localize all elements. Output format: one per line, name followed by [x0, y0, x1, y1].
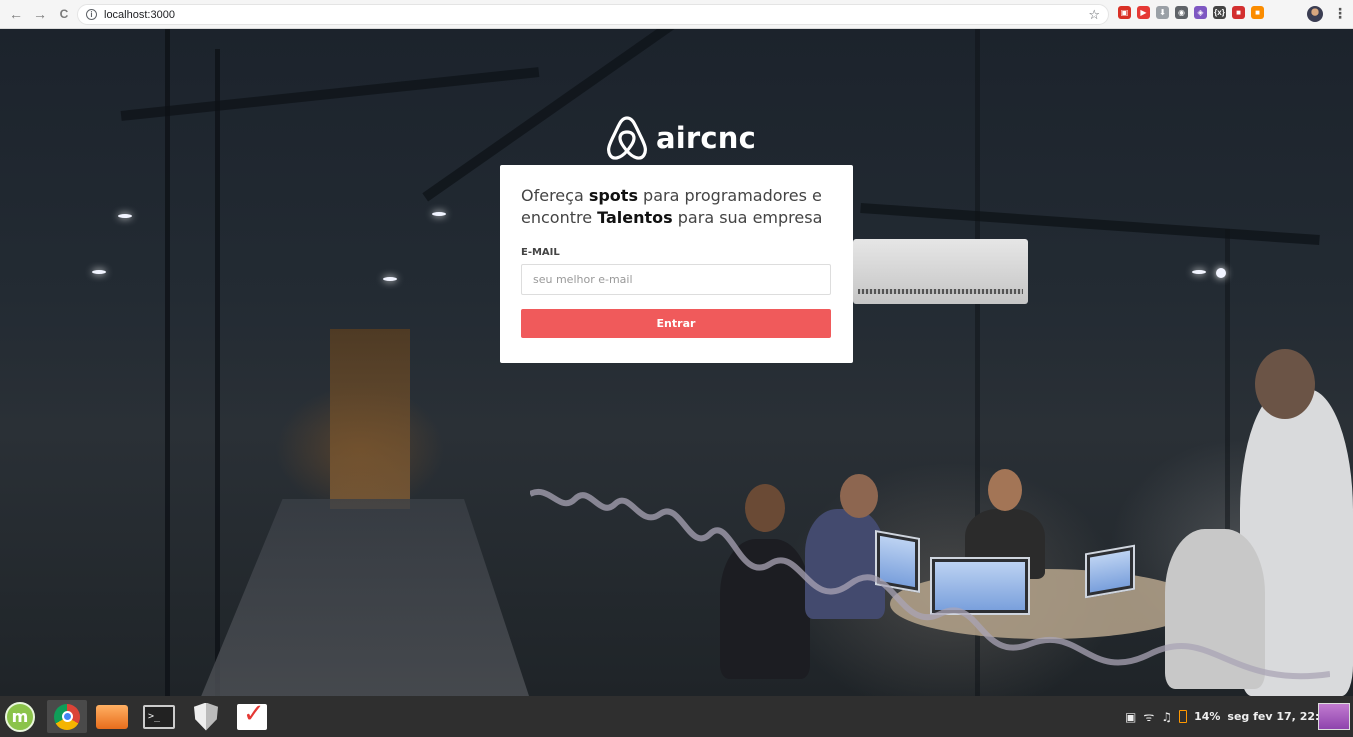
profile-avatar[interactable]	[1307, 6, 1323, 22]
ceiling-light	[1192, 270, 1206, 274]
battery-icon[interactable]	[1179, 710, 1188, 723]
app-logo: aircnc	[606, 115, 756, 161]
back-icon[interactable]: ←	[6, 4, 26, 24]
wifi-icon[interactable]: ᯤ	[1143, 708, 1154, 725]
bookmark-star-icon[interactable]: ☆	[1088, 7, 1100, 23]
chrome-icon	[54, 703, 80, 730]
ceiling-beam	[120, 67, 540, 121]
forward-icon[interactable]: →	[30, 4, 50, 24]
ceiling-light	[118, 214, 132, 218]
headline-emphasis-spots: spots	[588, 186, 638, 205]
tasks-taskbar-button[interactable]	[234, 698, 270, 733]
browser-menu-icon[interactable]: ⋮	[1333, 5, 1347, 21]
files-taskbar-button[interactable]	[94, 700, 130, 733]
card-headline: Ofereça spots para programadores e encon…	[521, 185, 832, 229]
glass-frame	[165, 29, 170, 696]
ceiling-light	[1216, 268, 1226, 278]
page-background: aircnc Ofereça spots para programadores …	[0, 29, 1353, 696]
os-taskbar: m >_ ▣ ᯤ ♫ 14% seg fev 17, 22:20	[0, 696, 1353, 737]
ext-pdf-icon[interactable]: ▣	[1118, 6, 1131, 19]
shield-taskbar-button[interactable]	[188, 700, 224, 733]
tray-box-icon[interactable]: ▣	[1125, 710, 1136, 724]
ext-red-icon[interactable]: ■	[1232, 6, 1245, 19]
ext-youtube-icon[interactable]: ▶	[1137, 6, 1150, 19]
submit-button[interactable]: Entrar	[521, 309, 831, 338]
ceiling-light	[432, 212, 446, 216]
url-text: localhost:3000	[104, 8, 175, 21]
headline-text: Ofereça	[521, 186, 589, 205]
ceiling-light	[383, 277, 397, 281]
mint-menu-button[interactable]: m	[2, 700, 38, 733]
terminal-taskbar-button[interactable]: >_	[141, 700, 177, 733]
music-icon[interactable]: ♫	[1161, 710, 1172, 724]
chrome-taskbar-button[interactable]	[47, 700, 87, 733]
glass-frame	[215, 49, 220, 696]
email-label: E-MAIL	[521, 247, 560, 258]
ext-orange-icon[interactable]: ■	[1251, 6, 1264, 19]
email-input[interactable]	[521, 264, 831, 295]
air-conditioner-vent	[858, 289, 1023, 294]
logo-text: aircnc	[656, 121, 757, 155]
battery-percent: 14%	[1194, 710, 1221, 723]
ext-shield-icon[interactable]: ◈	[1194, 6, 1207, 19]
checklist-icon	[237, 698, 267, 730]
linux-mint-icon: m	[5, 701, 35, 732]
airbnb-logo-icon	[607, 116, 647, 160]
shield-icon	[194, 702, 218, 731]
info-icon[interactable]: i	[86, 9, 97, 20]
ext-json-icon[interactable]: {x}	[1213, 6, 1226, 19]
ceiling-light	[92, 270, 106, 274]
corridor-floor	[200, 499, 530, 696]
headline-text: para sua empresa	[672, 208, 823, 227]
terminal-icon: >_	[143, 704, 175, 729]
air-conditioner	[853, 239, 1028, 304]
workspace-switcher[interactable]	[1318, 703, 1350, 730]
person-head	[1255, 349, 1315, 419]
ext-download-icon[interactable]: ⬇	[1156, 6, 1169, 19]
wood-wall	[330, 329, 410, 509]
login-card: Ofereça spots para programadores e encon…	[500, 165, 853, 363]
folder-icon	[96, 704, 128, 729]
decorative-squiggle	[530, 489, 1330, 680]
address-bar[interactable]: i localhost:3000 ☆	[77, 4, 1109, 25]
system-tray: ▣ ᯤ ♫ 14% seg fev 17, 22:20	[1125, 696, 1335, 737]
extensions-area: ▣ ▶ ⬇ ◉ ◈ {x} ■ ■	[1118, 6, 1264, 19]
browser-toolbar: ← → C i localhost:3000 ☆ ▣ ▶ ⬇ ◉ ◈ {x} ■ ■ ⋮	[0, 0, 1353, 29]
ext-globe-icon[interactable]: ◉	[1175, 6, 1188, 19]
reload-icon[interactable]: C	[54, 4, 74, 24]
headline-emphasis-talentos: Talentos	[597, 208, 673, 227]
